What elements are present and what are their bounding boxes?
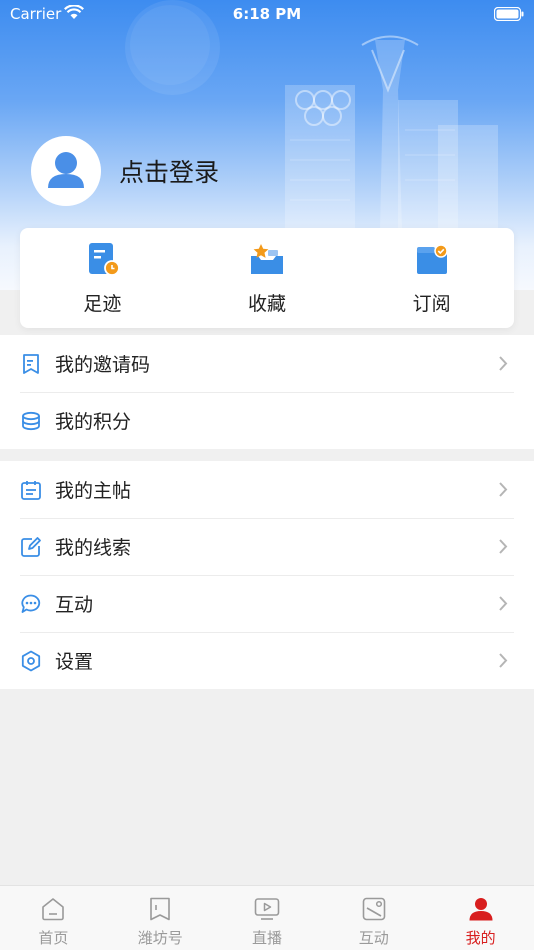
status-time: 6:18 PM [232, 5, 302, 23]
profile-icon [469, 898, 493, 921]
interaction-icon [21, 594, 41, 613]
bottom-tab-bar: 首页 潍坊号 直播 互动 我的 [0, 885, 534, 950]
menu-item-points[interactable]: 我的积分 [0, 392, 534, 449]
tab-label: 我的 [465, 929, 496, 947]
menu-item-label: 设置 [55, 651, 94, 673]
menu-item-label: 互动 [55, 594, 94, 616]
chevron-right-icon [499, 653, 508, 668]
menu-item-posts[interactable]: 我的主帖 [0, 461, 534, 518]
points-icon [22, 411, 40, 431]
chevron-right-icon [499, 356, 508, 371]
quick-action-favorites[interactable]: 收藏 [185, 228, 350, 328]
invite-code-icon [23, 354, 39, 374]
tab-mine[interactable]: 我的 [427, 886, 534, 950]
clues-icon [21, 537, 41, 557]
quick-action-label: 足迹 [83, 293, 122, 315]
menu-item-clues[interactable]: 我的线索 [0, 518, 534, 575]
menu-group-account: 我的邀请码 我的积分 [0, 335, 534, 449]
quick-action-label: 收藏 [248, 293, 287, 315]
footprint-icon [89, 243, 121, 276]
quick-action-subscribe[interactable]: 订阅 [349, 228, 514, 328]
menu-item-interaction[interactable]: 互动 [0, 575, 534, 632]
settings-icon [21, 650, 41, 672]
tab-weifanghao[interactable]: 潍坊号 [107, 886, 214, 950]
menu-item-label: 我的积分 [55, 411, 132, 433]
tab-live[interactable]: 直播 [214, 886, 321, 950]
tab-home[interactable]: 首页 [0, 886, 107, 950]
quick-action-label: 订阅 [412, 293, 451, 315]
live-icon [254, 898, 280, 920]
bookmark-icon [150, 897, 170, 921]
home-icon [42, 898, 65, 921]
menu-group-content: 我的主帖 我的线索 互动 设置 [0, 461, 534, 689]
tab-label: 潍坊号 [137, 929, 183, 947]
avatar[interactable] [31, 136, 101, 206]
status-bar: Carrier 6:18 PM [0, 0, 534, 28]
tab-label: 直播 [251, 929, 282, 947]
chevron-right-icon [499, 482, 508, 497]
tab-label: 首页 [38, 929, 69, 947]
login-area[interactable]: 点击登录 [31, 136, 219, 206]
city-skyline-illustration [285, 35, 498, 230]
chevron-right-icon [499, 539, 508, 554]
quick-action-footprint[interactable]: 足迹 [20, 228, 185, 328]
tab-interaction[interactable]: 互动 [320, 886, 427, 950]
menu-item-label: 我的邀请码 [55, 354, 151, 376]
menu-item-settings[interactable]: 设置 [0, 632, 534, 689]
menu-item-label: 我的线索 [55, 537, 132, 559]
battery-icon [494, 7, 524, 21]
default-avatar-icon [48, 152, 84, 188]
interaction-tab-icon [362, 897, 386, 921]
chevron-right-icon [499, 596, 508, 611]
subscribe-icon [416, 244, 448, 274]
login-button[interactable]: 点击登录 [119, 153, 219, 189]
posts-icon [21, 481, 41, 500]
quick-actions-card: 足迹 收藏 订阅 [20, 228, 514, 328]
menu-item-label: 我的主帖 [55, 480, 132, 502]
tab-label: 互动 [358, 929, 389, 947]
favorites-icon [251, 244, 283, 274]
menu-item-invite-code[interactable]: 我的邀请码 [0, 335, 534, 392]
